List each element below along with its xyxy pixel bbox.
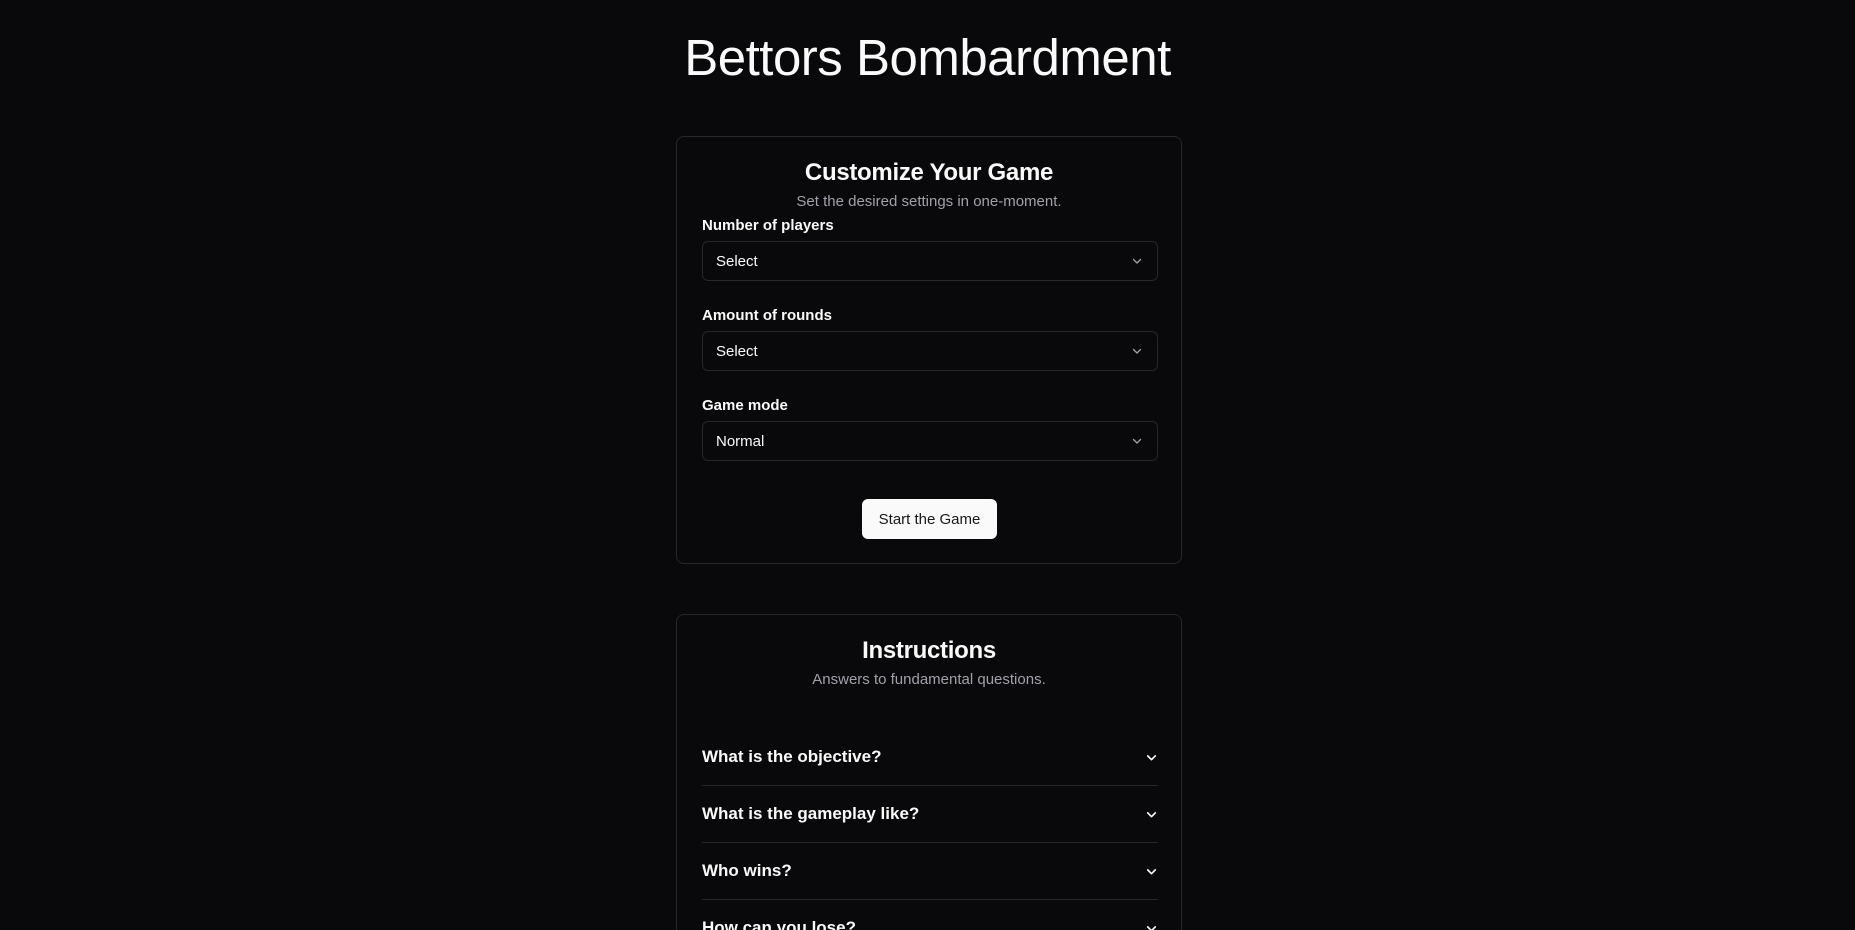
faq-list: What is the objective? What is the gamep…: [702, 729, 1158, 930]
chevron-down-icon: [1144, 750, 1158, 764]
instructions-subtitle: Answers to fundamental questions.: [812, 671, 1046, 688]
faq-question: How can you lose?: [702, 918, 856, 930]
rounds-field: Amount of rounds Select: [702, 307, 1158, 371]
instructions-card: Instructions Answers to fundamental ques…: [676, 614, 1182, 930]
game-mode-select[interactable]: Normal: [702, 421, 1158, 461]
players-select[interactable]: Select: [702, 241, 1158, 281]
rounds-label: Amount of rounds: [702, 307, 832, 324]
faq-question: What is the gameplay like?: [702, 804, 920, 823]
settings-subtitle: Set the desired settings in one-moment.: [796, 193, 1062, 210]
chevron-down-icon: [1130, 254, 1144, 268]
faq-item-who-wins[interactable]: Who wins?: [702, 843, 1158, 900]
players-select-value: Select: [716, 252, 758, 270]
page: Bettors Bombardment Customize Your Game …: [0, 0, 1855, 930]
game-mode-label: Game mode: [702, 397, 788, 414]
start-game-button[interactable]: Start the Game: [862, 499, 997, 539]
faq-item-how-lose[interactable]: How can you lose?: [702, 900, 1158, 930]
instructions-title: Instructions: [862, 637, 996, 664]
app-title: Bettors Bombardment: [684, 29, 1171, 86]
game-mode-field: Game mode Normal: [702, 397, 1158, 461]
faq-item-objective[interactable]: What is the objective?: [702, 729, 1158, 786]
faq-question: What is the objective?: [702, 747, 882, 766]
faq-item-gameplay[interactable]: What is the gameplay like?: [702, 786, 1158, 843]
players-field: Number of players Select: [702, 217, 1158, 281]
settings-title: Customize Your Game: [804, 159, 1054, 186]
chevron-down-icon: [1144, 864, 1158, 878]
chevron-down-icon: [1130, 434, 1144, 448]
chevron-down-icon: [1144, 807, 1158, 821]
players-label: Number of players: [702, 217, 834, 234]
settings-card: Customize Your Game Set the desired sett…: [676, 136, 1182, 564]
game-mode-select-value: Normal: [716, 432, 765, 450]
rounds-select-value: Select: [716, 342, 758, 360]
faq-question: Who wins?: [702, 861, 792, 880]
chevron-down-icon: [1144, 921, 1158, 930]
chevron-down-icon: [1130, 344, 1144, 358]
rounds-select[interactable]: Select: [702, 331, 1158, 371]
